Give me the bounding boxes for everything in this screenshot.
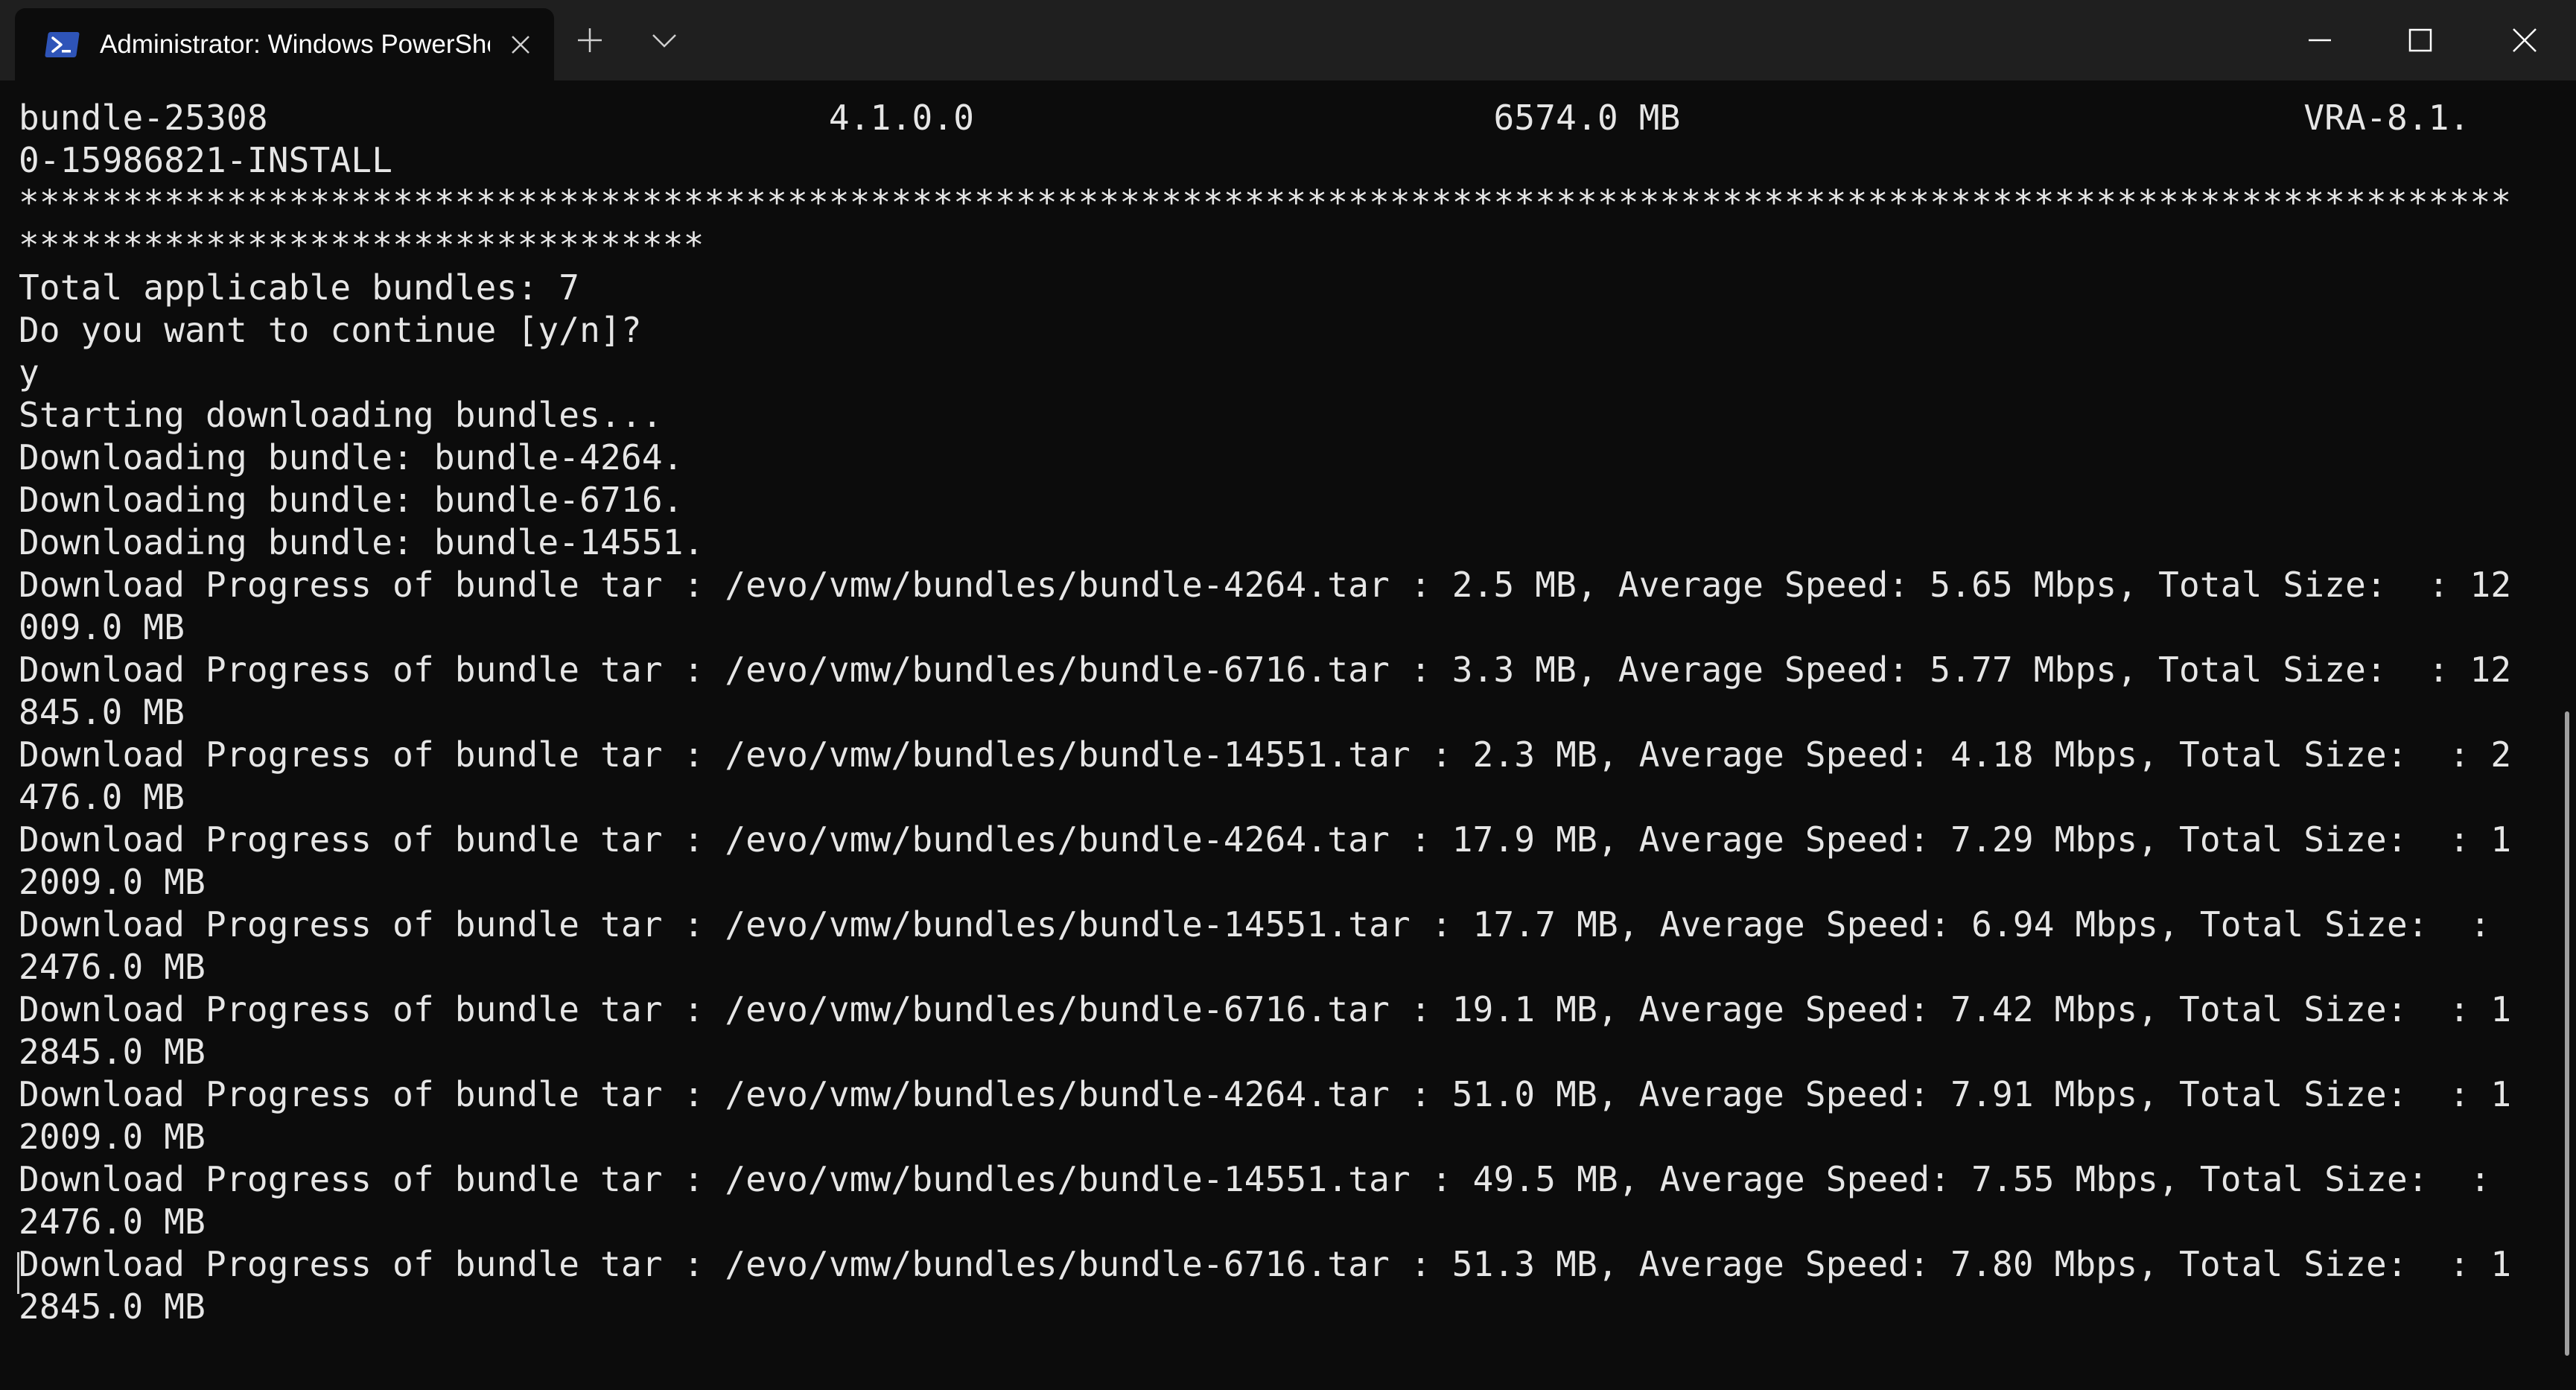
powershell-icon xyxy=(43,26,80,63)
terminal-line: ****************************************… xyxy=(19,183,2512,223)
plus-icon xyxy=(575,25,605,55)
tab-dropdown-button[interactable] xyxy=(635,0,694,80)
terminal-line: Download Progress of bundle tar : /evo/v… xyxy=(19,1159,2491,1199)
terminal-line: Do you want to continue [y/n]? xyxy=(19,310,642,350)
terminal-lines: bundle-25308 4.1.0.0 6574.0 MB VRA-8.1. 0… xyxy=(19,97,2511,1328)
terminal-line: 2009.0 MB xyxy=(19,1117,206,1157)
close-button[interactable] xyxy=(2484,0,2566,80)
minimize-button[interactable] xyxy=(2279,0,2361,80)
terminal-line: 2476.0 MB xyxy=(19,1202,206,1242)
terminal-line: ********************************* xyxy=(19,225,705,265)
terminal-line: Download Progress of bundle tar : /evo/v… xyxy=(19,734,2512,775)
new-tab-button[interactable] xyxy=(560,0,620,80)
terminal-line: bundle-25308 4.1.0.0 6574.0 MB VRA-8.1. xyxy=(19,98,2470,138)
chevron-down-icon xyxy=(649,25,679,55)
terminal-line: Downloading bundle: bundle-14551. xyxy=(19,522,705,562)
terminal-line: Total applicable bundles: 7 xyxy=(19,267,580,308)
terminal-window: Administrator: Windows PowerShell bundle… xyxy=(0,0,2576,1390)
terminal-line: Download Progress of bundle tar : /evo/v… xyxy=(19,1074,2512,1114)
terminal-line: 0-15986821-INSTALL xyxy=(19,140,393,180)
terminal-line: Download Progress of bundle tar : /evo/v… xyxy=(19,904,2491,945)
terminal-line: 2009.0 MB xyxy=(19,862,206,902)
close-icon xyxy=(2511,27,2538,54)
tab-close-icon[interactable] xyxy=(509,34,532,56)
terminal-line: 2845.0 MB xyxy=(19,1286,206,1327)
terminal-line: 2845.0 MB xyxy=(19,1032,206,1072)
vertical-scrollbar[interactable] xyxy=(2565,711,2569,1356)
terminal-line: Download Progress of bundle tar : /evo/v… xyxy=(19,819,2512,860)
terminal-line: Download Progress of bundle tar : /evo/v… xyxy=(19,989,2512,1029)
terminal-line: Download Progress of bundle tar : /evo/v… xyxy=(19,650,2512,690)
terminal-line: 2476.0 MB xyxy=(19,947,206,987)
terminal-line: 009.0 MB xyxy=(19,607,185,647)
maximize-button[interactable] xyxy=(2379,0,2461,80)
title-bar[interactable]: Administrator: Windows PowerShell xyxy=(0,0,2576,80)
tab-title: Administrator: Windows PowerShell xyxy=(100,30,490,59)
terminal-output[interactable]: bundle-25308 4.1.0.0 6574.0 MB VRA-8.1. 0… xyxy=(0,80,2562,1390)
terminal-line: 845.0 MB xyxy=(19,692,185,732)
text-cursor xyxy=(17,1252,19,1294)
terminal-line: 476.0 MB xyxy=(19,777,185,817)
minimize-icon xyxy=(2307,28,2332,53)
tab-powershell[interactable]: Administrator: Windows PowerShell xyxy=(15,8,554,80)
maximize-icon xyxy=(2408,28,2433,53)
terminal-line: Download Progress of bundle tar : /evo/v… xyxy=(19,1244,2512,1284)
terminal-line: Starting downloading bundles... xyxy=(19,395,663,435)
terminal-line: Downloading bundle: bundle-4264. xyxy=(19,437,684,477)
terminal-line: Download Progress of bundle tar : /evo/v… xyxy=(19,565,2512,605)
terminal-line: y xyxy=(19,352,39,393)
terminal-line: Downloading bundle: bundle-6716. xyxy=(19,480,684,520)
